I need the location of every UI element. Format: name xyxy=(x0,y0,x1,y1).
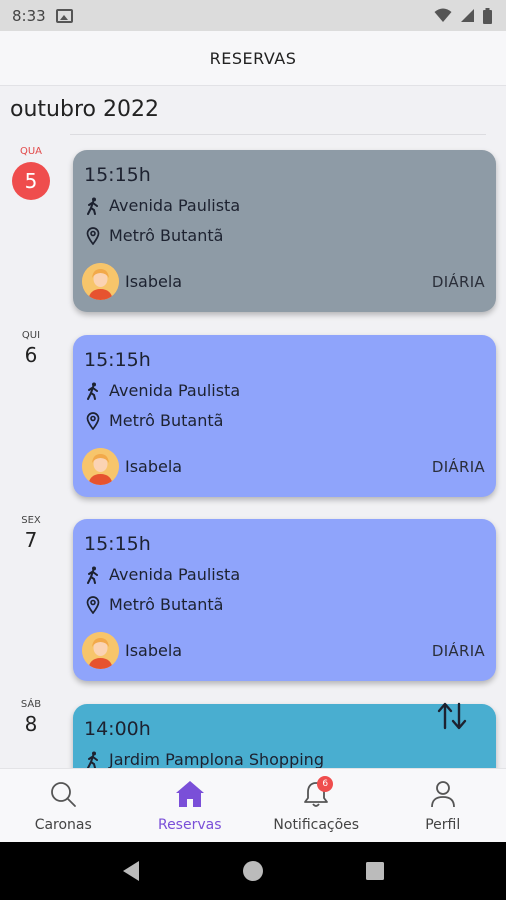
reservation-card[interactable]: 15:15h Avenida Paulista Metrô Butantã Is… xyxy=(73,150,496,312)
day-abbr: SÁB xyxy=(20,699,42,710)
sort-swap-icon[interactable] xyxy=(436,702,468,730)
signal-icon xyxy=(461,9,474,22)
location-pin-icon xyxy=(84,226,102,246)
tab-label: Reservas xyxy=(157,817,222,833)
tab-label: Caronas xyxy=(34,817,92,833)
tab-perfil[interactable]: Perfil xyxy=(380,769,506,842)
walking-icon xyxy=(84,381,102,401)
card-time: 14:00h xyxy=(84,718,151,740)
image-notification-icon xyxy=(55,8,73,23)
tab-caronas[interactable]: Caronas xyxy=(0,769,127,842)
origin-text: Avenida Paulista xyxy=(109,196,241,215)
bell-icon: 6 xyxy=(301,776,334,809)
tab-reservas[interactable]: Reservas xyxy=(127,769,254,842)
today-day-badge: 5 xyxy=(12,162,50,200)
card-time: 15:15h xyxy=(84,349,151,371)
card-user-name: Isabela xyxy=(125,641,183,660)
card-footer: Isabela DIÁRIA xyxy=(82,263,485,300)
app-header: RESERVAS xyxy=(0,31,506,86)
month-divider xyxy=(70,134,486,135)
card-origin: Avenida Paulista xyxy=(84,195,485,216)
month-title: outubro 2022 xyxy=(10,97,159,122)
card-type-label: DIÁRIA xyxy=(431,641,485,660)
walking-icon xyxy=(84,565,102,585)
origin-text: Jardim Pamplona Shopping xyxy=(109,750,324,769)
origin-text: Avenida Paulista xyxy=(109,565,241,584)
status-bar: 8:33 xyxy=(0,0,506,31)
status-time: 8:33 xyxy=(12,6,46,25)
avatar xyxy=(82,448,119,485)
wifi-icon xyxy=(434,8,452,22)
card-footer: Isabela DIÁRIA xyxy=(82,632,485,669)
bottom-tab-bar: Caronas Reservas 6 Notificações Perfil xyxy=(0,768,506,842)
page-title: RESERVAS xyxy=(209,48,297,68)
day-label-wed: QUA 5 xyxy=(0,146,62,200)
card-type-label: DIÁRIA xyxy=(431,457,485,476)
tab-notificacoes[interactable]: 6 Notificações xyxy=(253,769,380,842)
card-footer: Isabela DIÁRIA xyxy=(82,448,485,485)
tab-label: Perfil xyxy=(425,817,461,833)
card-destination: Metrô Butantã xyxy=(84,225,485,246)
destination-text: Metrô Butantã xyxy=(109,411,224,430)
card-destination: Metrô Butantã xyxy=(84,410,485,431)
day-abbr: QUA xyxy=(19,146,43,157)
walking-icon xyxy=(84,750,102,770)
day-abbr: SEX xyxy=(21,515,41,526)
card-user-name: Isabela xyxy=(125,457,183,476)
card-origin: Avenida Paulista xyxy=(84,564,485,585)
walking-icon xyxy=(84,196,102,216)
battery-icon xyxy=(483,7,492,24)
search-icon xyxy=(48,779,78,809)
day-label-thu: QUI 6 xyxy=(0,330,62,367)
destination-text: Metrô Butantã xyxy=(109,226,224,245)
card-destination: Metrô Butantã xyxy=(84,594,485,615)
person-icon xyxy=(428,779,458,809)
reservation-card[interactable]: 15:15h Avenida Paulista Metrô Butantã Is… xyxy=(73,335,496,497)
destination-text: Metrô Butantã xyxy=(109,595,224,614)
notification-badge: 6 xyxy=(317,776,334,792)
system-nav-bar xyxy=(0,842,506,900)
day-label-sat: SÁB 8 xyxy=(0,699,62,736)
day-num: 7 xyxy=(24,528,38,552)
status-icons xyxy=(434,7,492,24)
card-origin: Jardim Pamplona Shopping xyxy=(84,749,485,770)
recents-icon[interactable] xyxy=(365,861,385,881)
day-label-fri: SEX 7 xyxy=(0,515,62,552)
avatar xyxy=(82,263,119,300)
location-pin-icon xyxy=(84,595,102,615)
home-button-icon[interactable] xyxy=(242,860,264,882)
card-time: 15:15h xyxy=(84,164,151,186)
card-user-name: Isabela xyxy=(125,272,183,291)
home-icon xyxy=(175,779,205,809)
origin-text: Avenida Paulista xyxy=(109,381,241,400)
day-abbr: QUI xyxy=(21,330,41,341)
avatar xyxy=(82,632,119,669)
card-time: 15:15h xyxy=(84,533,151,555)
back-icon[interactable] xyxy=(121,860,141,882)
day-num: 8 xyxy=(24,712,38,736)
card-type-label: DIÁRIA xyxy=(431,272,485,291)
reservation-card[interactable]: 15:15h Avenida Paulista Metrô Butantã Is… xyxy=(73,519,496,681)
day-num: 6 xyxy=(24,343,38,367)
location-pin-icon xyxy=(84,411,102,431)
tab-label: Notificações xyxy=(273,817,360,833)
card-origin: Avenida Paulista xyxy=(84,380,485,401)
